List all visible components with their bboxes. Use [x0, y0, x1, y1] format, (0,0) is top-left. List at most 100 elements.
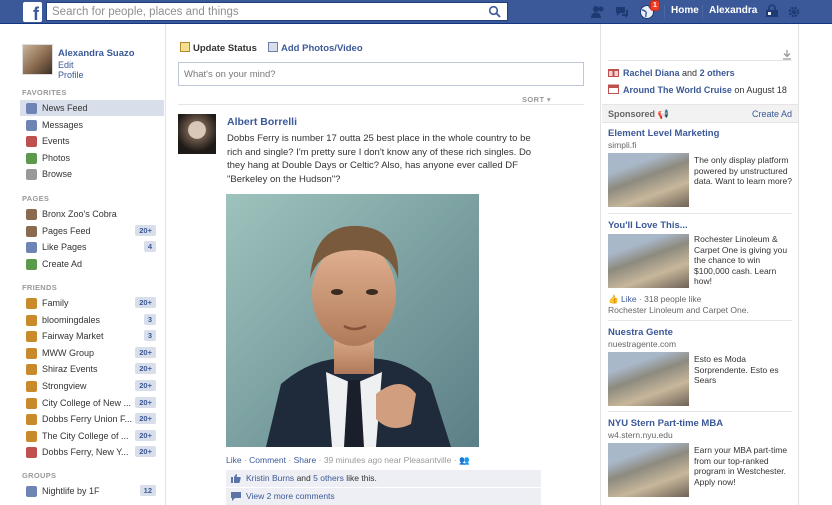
edit-profile-link[interactable]: Edit Profile	[58, 60, 84, 80]
post-actions: Like · Comment · Share · 39 minutes ago …	[226, 455, 470, 465]
nav-item[interactable]: Messages	[20, 117, 164, 133]
nav-item-label: Create Ad	[42, 258, 83, 269]
audience-friends-icon[interactable]: 👥	[459, 455, 470, 465]
sort-dropdown[interactable]: SORT ▾	[522, 95, 551, 104]
nav-item[interactable]: Bronx Zoo's Cobra	[20, 206, 164, 222]
nav-item[interactable]: The City College of ... 20+	[20, 428, 164, 444]
nav-item[interactable]: Dobbs Ferry Union F... 20+	[20, 411, 164, 427]
nav-item-label: Messages	[42, 119, 84, 130]
post-photo[interactable]	[226, 194, 479, 447]
event-person-link[interactable]: Rachel Diana	[623, 68, 680, 78]
nav-item[interactable]: Like Pages 4	[20, 239, 164, 255]
nav-item[interactable]: News Feed	[20, 100, 164, 116]
facebook-logo[interactable]: f	[23, 2, 42, 22]
ad-url[interactable]: simpli.fi	[608, 140, 636, 150]
list-icon	[26, 430, 37, 442]
count-badge: 20+	[135, 363, 156, 375]
count-badge: 20+	[135, 297, 156, 308]
post-author-avatar[interactable]	[178, 114, 216, 154]
status-input[interactable]	[179, 63, 583, 85]
liker-name-link[interactable]: Kristin Burns	[246, 473, 294, 483]
messages-icon[interactable]	[614, 4, 630, 20]
post-timestamp[interactable]: 39 minutes ago near Pleasantville	[324, 455, 452, 465]
profile-name-link[interactable]: Alexandra Suazo	[58, 48, 168, 59]
list-icon	[26, 364, 37, 376]
upcoming-event[interactable]: Around The World Cruise on August 18	[608, 84, 787, 95]
nav-item-label: Family	[42, 298, 69, 308]
likes-text: Kristin Burns and 5 others like this.	[246, 470, 377, 487]
ad-description: Earn your MBA part-time from our top-ran…	[694, 445, 788, 487]
like-pages-icon	[26, 242, 37, 254]
ad-image[interactable]	[608, 352, 689, 406]
search-input[interactable]	[47, 3, 477, 20]
create-ad-icon	[26, 258, 37, 270]
list-icon	[26, 414, 37, 426]
count-badge: 20+	[135, 429, 156, 441]
nav-item-label: City College of New ...	[42, 397, 132, 408]
ad-title-link[interactable]: Element Level Marketing	[608, 128, 719, 139]
avatar[interactable]	[22, 44, 53, 75]
nav-item[interactable]: Nightlife by 1F 12	[20, 483, 164, 499]
nav-item-label: Dobbs Ferry Union F...	[42, 414, 132, 425]
pages-feed-icon	[26, 225, 37, 237]
right-column: Rachel Diana and 2 others Around The Wor…	[602, 24, 798, 505]
add-photos-tab[interactable]: Add Photos/Video	[268, 42, 363, 54]
nav-item[interactable]: Dobbs Ferry, New Y... 20+	[20, 444, 164, 460]
ad-title-link[interactable]: You'll Love This...	[608, 220, 688, 231]
comment-link[interactable]: Comment	[249, 455, 286, 465]
nav-item[interactable]: bloomingdales 3	[20, 312, 164, 328]
ad-url[interactable]: nuestragente.com	[608, 339, 676, 349]
comment-bubble-icon	[231, 492, 241, 501]
like-link[interactable]: Like	[226, 455, 242, 465]
privacy-shortcuts-icon[interactable]	[764, 4, 780, 20]
divider	[608, 320, 792, 321]
birthday-event[interactable]: Rachel Diana and 2 others	[608, 67, 735, 78]
view-more-comments-link[interactable]: View 2 more comments	[246, 488, 335, 505]
download-arrow-icon[interactable]	[782, 50, 792, 60]
sponsored-header: Sponsored 📢 Create Ad	[602, 104, 798, 123]
nav-item-label: Shiraz Events	[42, 364, 98, 375]
news-feed-icon	[26, 103, 37, 114]
list-icon	[26, 397, 37, 409]
ad-unit[interactable]: Element Level Marketing simpli.fi The on…	[608, 128, 794, 212]
nav-item[interactable]: MWW Group 20+	[20, 345, 164, 361]
topbar-separator	[664, 5, 665, 19]
nav-item[interactable]: Pages Feed 20+	[20, 223, 164, 239]
profile-link[interactable]: Alexandra	[709, 5, 757, 16]
share-link[interactable]: Share	[294, 455, 317, 465]
friend-requests-icon[interactable]	[590, 4, 606, 20]
ad-image[interactable]	[608, 234, 689, 288]
update-status-tab[interactable]: Update Status	[180, 42, 257, 54]
post-author-link[interactable]: Albert Borrelli	[227, 116, 297, 128]
ad-image[interactable]	[608, 153, 689, 207]
nav-item[interactable]: Events	[20, 133, 164, 149]
nav-item[interactable]: Browse	[20, 166, 164, 182]
search-icon[interactable]	[488, 5, 502, 19]
likes-suffix: like this.	[346, 473, 377, 483]
other-likers-link[interactable]: 5 others	[313, 473, 344, 483]
nav-item-label: Like Pages	[42, 242, 87, 253]
ad-like-link[interactable]: 👍 Like	[608, 294, 637, 304]
ad-image[interactable]	[608, 443, 689, 497]
gear-icon[interactable]	[786, 4, 802, 20]
ad-unit[interactable]: Nuestra Gente nuestragente.com Esto es M…	[608, 327, 794, 411]
nav-item[interactable]: Strongview 20+	[20, 378, 164, 394]
event-others-link[interactable]: 2 others	[700, 68, 735, 78]
ad-unit[interactable]: NYU Stern Part-time MBA w4.stern.nyu.edu…	[608, 418, 794, 502]
ad-title-link[interactable]: NYU Stern Part-time MBA	[608, 418, 723, 429]
nav-item[interactable]: City College of New ... 20+	[20, 395, 164, 411]
nav-item-label: Pages Feed	[42, 225, 91, 236]
ad-url[interactable]: w4.stern.nyu.edu	[608, 430, 673, 440]
nav-item[interactable]: Create Ad	[20, 256, 164, 272]
create-ad-link[interactable]: Create Ad	[752, 109, 792, 119]
browse-icon	[26, 169, 37, 181]
home-link[interactable]: Home	[671, 5, 699, 16]
nav-item[interactable]: Shiraz Events 20+	[20, 361, 164, 377]
news-feed: Update Status Add Photos/Video SORT ▾ Al…	[165, 24, 601, 505]
thumbs-up-icon: 👍	[608, 294, 619, 304]
nav-item[interactable]: Fairway Market 3	[20, 328, 164, 344]
event-name-link[interactable]: Around The World Cruise	[623, 85, 732, 95]
ad-title-link[interactable]: Nuestra Gente	[608, 327, 673, 338]
nav-item[interactable]: Photos	[20, 150, 164, 166]
nav-item[interactable]: Family 20+	[20, 295, 164, 311]
